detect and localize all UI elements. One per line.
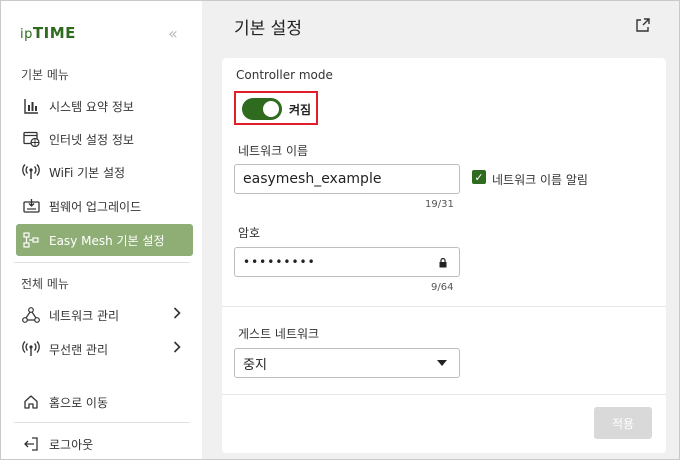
card-divider xyxy=(222,394,666,395)
sidebar-item-wifi-basic[interactable]: WiFi 기본 설정 xyxy=(16,156,193,188)
sidebar-divider xyxy=(14,422,190,423)
sidebar-item-label: 홈으로 이동 xyxy=(49,395,109,410)
wifi-antenna-icon xyxy=(22,340,40,358)
network-icon xyxy=(22,306,40,324)
guest-network-label: 게스트 네트워크 xyxy=(238,327,320,341)
main-content: 기본 설정 Controller mode 켜짐 네트워크 이름 easymes… xyxy=(202,0,680,460)
full-menu-heading: 전체 메뉴 xyxy=(21,277,69,291)
network-name-label: 네트워크 이름 xyxy=(238,144,309,158)
sidebar-item-easy-mesh[interactable]: Easy Mesh 기본 설정 xyxy=(16,224,193,256)
caret-down-icon xyxy=(437,360,447,366)
iptime-logo[interactable]: ipTIME xyxy=(20,24,76,42)
sidebar-item-internet-settings[interactable]: 인터넷 설정 정보 xyxy=(16,123,193,155)
network-name-input[interactable]: easymesh_example xyxy=(234,164,460,194)
sidebar-item-label: 무선랜 관리 xyxy=(49,342,109,357)
settings-card: Controller mode 켜짐 네트워크 이름 easymesh_exam… xyxy=(222,58,666,453)
sidebar: ipTIME « 기본 메뉴 시스템 요약 정보 인터넷 설정 정보 WiFi … xyxy=(0,0,202,460)
chevron-right-icon xyxy=(173,307,181,323)
firmware-icon xyxy=(22,197,40,215)
mesh-icon xyxy=(22,231,40,249)
password-counter: 9/64 xyxy=(431,282,454,293)
controller-mode-highlight: 켜짐 xyxy=(234,91,318,125)
card-divider xyxy=(222,306,666,307)
broadcast-name-checkbox[interactable]: ✓ xyxy=(472,170,486,184)
controller-mode-toggle[interactable] xyxy=(242,98,282,120)
guest-network-value: 중지 xyxy=(243,357,267,373)
sidebar-item-label: 로그아웃 xyxy=(49,437,94,452)
globe-window-icon xyxy=(22,130,40,148)
collapse-sidebar-icon[interactable]: « xyxy=(168,24,178,43)
sidebar-item-label: WiFi 기본 설정 xyxy=(49,165,126,180)
toggle-knob xyxy=(263,101,279,117)
network-name-counter: 19/31 xyxy=(425,199,454,210)
export-icon[interactable] xyxy=(634,16,652,34)
sidebar-item-firmware-upgrade[interactable]: 펌웨어 업그레이드 xyxy=(16,190,193,222)
sidebar-item-label: 네트워크 관리 xyxy=(49,308,120,323)
controller-mode-label: Controller mode xyxy=(236,68,333,82)
bar-chart-icon xyxy=(22,97,40,115)
logout-icon xyxy=(22,435,40,453)
toggle-state-label: 켜짐 xyxy=(289,103,312,117)
page-title: 기본 설정 xyxy=(234,19,302,39)
wifi-antenna-icon xyxy=(22,163,40,181)
apply-button[interactable]: 적용 xyxy=(594,407,652,439)
sidebar-item-system-summary[interactable]: 시스템 요약 정보 xyxy=(16,90,193,122)
basic-menu-heading: 기본 메뉴 xyxy=(21,68,69,82)
broadcast-name-label: 네트워크 이름 알림 xyxy=(492,173,588,187)
password-label: 암호 xyxy=(238,226,261,240)
sidebar-item-label: Easy Mesh 기본 설정 xyxy=(49,233,165,248)
sidebar-item-label: 시스템 요약 정보 xyxy=(49,99,134,114)
sidebar-item-logout[interactable]: 로그아웃 xyxy=(16,428,193,460)
lock-icon xyxy=(439,257,447,271)
sidebar-item-label: 인터넷 설정 정보 xyxy=(49,132,134,147)
home-icon xyxy=(22,393,40,411)
sidebar-item-network-management[interactable]: 네트워크 관리 xyxy=(16,299,193,331)
sidebar-item-label: 펌웨어 업그레이드 xyxy=(49,199,142,214)
sidebar-item-wireless-management[interactable]: 무선랜 관리 xyxy=(16,333,193,365)
sidebar-item-go-home[interactable]: 홈으로 이동 xyxy=(16,386,193,418)
password-input[interactable]: ••••••••• xyxy=(234,247,460,277)
sidebar-divider xyxy=(14,262,190,263)
password-value: ••••••••• xyxy=(243,255,316,269)
guest-network-select[interactable]: 중지 xyxy=(234,348,460,378)
chevron-right-icon xyxy=(173,341,181,357)
